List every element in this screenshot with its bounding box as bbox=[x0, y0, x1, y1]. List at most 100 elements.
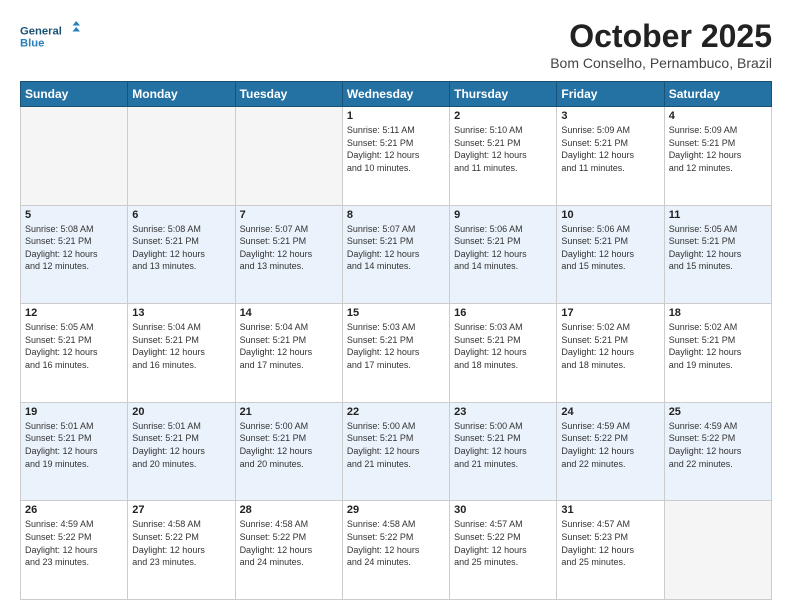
title-block: October 2025 Bom Conselho, Pernambuco, B… bbox=[550, 18, 772, 71]
table-row: 3 Sunrise: 5:09 AMSunset: 5:21 PMDaylight… bbox=[557, 107, 664, 206]
day-number: 2 bbox=[454, 110, 552, 122]
table-row: 21 Sunrise: 5:00 AMSunset: 5:21 PMDayligh… bbox=[235, 402, 342, 501]
day-number: 31 bbox=[561, 504, 659, 516]
calendar-week-row: 1 Sunrise: 5:11 AMSunset: 5:21 PMDaylight… bbox=[21, 107, 772, 206]
cell-info: Sunrise: 5:09 AMSunset: 5:21 PMDaylight:… bbox=[669, 124, 767, 174]
month-title: October 2025 bbox=[550, 18, 772, 55]
cell-info: Sunrise: 4:59 AMSunset: 5:22 PMDaylight:… bbox=[669, 420, 767, 470]
table-row: 9 Sunrise: 5:06 AMSunset: 5:21 PMDaylight… bbox=[450, 205, 557, 304]
table-row: 30 Sunrise: 4:57 AMSunset: 5:22 PMDayligh… bbox=[450, 501, 557, 600]
cell-info: Sunrise: 5:01 AMSunset: 5:21 PMDaylight:… bbox=[25, 420, 123, 470]
svg-text:Blue: Blue bbox=[20, 38, 44, 50]
table-row: 22Sunrise: 5:00 AMSunset: 5:21 PMDayligh… bbox=[342, 402, 449, 501]
table-row: 19 Sunrise: 5:01 AMSunset: 5:21 PMDayligh… bbox=[21, 402, 128, 501]
col-monday: Monday bbox=[128, 82, 235, 107]
calendar-table: Sunday Monday Tuesday Wednesday Thursday… bbox=[20, 81, 772, 600]
day-number: 24 bbox=[561, 406, 659, 418]
day-number: 17 bbox=[561, 307, 659, 319]
table-row: 26Sunrise: 4:59 AMSunset: 5:22 PMDayligh… bbox=[21, 501, 128, 600]
day-number: 7 bbox=[240, 209, 338, 221]
cell-info: Sunrise: 5:09 AMSunset: 5:21 PMDaylight:… bbox=[561, 124, 659, 174]
cell-info: Sunrise: 5:05 AMSunset: 5:21 PMDaylight:… bbox=[25, 321, 123, 371]
day-number: 27 bbox=[132, 504, 230, 516]
cell-info: Sunrise: 5:07 AMSunset: 5:21 PMDaylight:… bbox=[347, 223, 445, 273]
table-row bbox=[664, 501, 771, 600]
table-row: 17 Sunrise: 5:02 AMSunset: 5:21 PMDayligh… bbox=[557, 304, 664, 403]
table-row: 31 Sunrise: 4:57 AMSunset: 5:23 PMDayligh… bbox=[557, 501, 664, 600]
day-number: 3 bbox=[561, 110, 659, 122]
cell-info: Sunrise: 5:02 AMSunset: 5:21 PMDaylight:… bbox=[561, 321, 659, 371]
cell-info: Sunrise: 5:08 AMSunset: 5:21 PMDaylight:… bbox=[25, 223, 123, 273]
cell-info: Sunrise: 5:00 AMSunset: 5:21 PMDaylight:… bbox=[240, 420, 338, 470]
table-row: 25 Sunrise: 4:59 AMSunset: 5:22 PMDayligh… bbox=[664, 402, 771, 501]
table-row: 23 Sunrise: 5:00 AMSunset: 5:21 PMDayligh… bbox=[450, 402, 557, 501]
cell-info: Sunrise: 5:10 AMSunset: 5:21 PMDaylight:… bbox=[454, 124, 552, 174]
cell-info: Sunrise: 4:58 AMSunset: 5:22 PMDaylight:… bbox=[240, 518, 338, 568]
location: Bom Conselho, Pernambuco, Brazil bbox=[550, 55, 772, 71]
cell-info: Sunrise: 5:05 AMSunset: 5:21 PMDaylight:… bbox=[669, 223, 767, 273]
day-number: 12 bbox=[25, 307, 123, 319]
day-number: 21 bbox=[240, 406, 338, 418]
day-number: 28 bbox=[240, 504, 338, 516]
col-wednesday: Wednesday bbox=[342, 82, 449, 107]
table-row: 7Sunrise: 5:07 AMSunset: 5:21 PMDaylight… bbox=[235, 205, 342, 304]
table-row: 15Sunrise: 5:03 AMSunset: 5:21 PMDayligh… bbox=[342, 304, 449, 403]
cell-info: Sunrise: 5:11 AMSunset: 5:21 PMDaylight:… bbox=[347, 124, 445, 174]
table-row bbox=[128, 107, 235, 206]
cell-info: Sunrise: 4:57 AMSunset: 5:22 PMDaylight:… bbox=[454, 518, 552, 568]
table-row: 18 Sunrise: 5:02 AMSunset: 5:21 PMDayligh… bbox=[664, 304, 771, 403]
day-number: 18 bbox=[669, 307, 767, 319]
day-number: 6 bbox=[132, 209, 230, 221]
calendar-week-row: 19 Sunrise: 5:01 AMSunset: 5:21 PMDayligh… bbox=[21, 402, 772, 501]
table-row: 8 Sunrise: 5:07 AMSunset: 5:21 PMDaylight… bbox=[342, 205, 449, 304]
table-row: 20Sunrise: 5:01 AMSunset: 5:21 PMDayligh… bbox=[128, 402, 235, 501]
day-number: 13 bbox=[132, 307, 230, 319]
day-number: 25 bbox=[669, 406, 767, 418]
day-number: 14 bbox=[240, 307, 338, 319]
logo-svg: General Blue bbox=[20, 18, 80, 54]
day-number: 23 bbox=[454, 406, 552, 418]
cell-info: Sunrise: 4:58 AMSunset: 5:22 PMDaylight:… bbox=[132, 518, 230, 568]
table-row: 1 Sunrise: 5:11 AMSunset: 5:21 PMDaylight… bbox=[342, 107, 449, 206]
cell-info: Sunrise: 5:00 AMSunset: 5:21 PMDaylight:… bbox=[347, 420, 445, 470]
day-number: 5 bbox=[25, 209, 123, 221]
day-number: 10 bbox=[561, 209, 659, 221]
day-number: 15 bbox=[347, 307, 445, 319]
day-number: 11 bbox=[669, 209, 767, 221]
table-row bbox=[235, 107, 342, 206]
cell-info: Sunrise: 5:04 AMSunset: 5:21 PMDaylight:… bbox=[240, 321, 338, 371]
col-thursday: Thursday bbox=[450, 82, 557, 107]
cell-info: Sunrise: 5:01 AMSunset: 5:21 PMDaylight:… bbox=[132, 420, 230, 470]
cell-info: Sunrise: 5:04 AMSunset: 5:21 PMDaylight:… bbox=[132, 321, 230, 371]
cell-info: Sunrise: 4:59 AMSunset: 5:22 PMDaylight:… bbox=[561, 420, 659, 470]
col-sunday: Sunday bbox=[21, 82, 128, 107]
header: General Blue October 2025 Bom Conselho, … bbox=[20, 18, 772, 71]
day-number: 4 bbox=[669, 110, 767, 122]
day-number: 8 bbox=[347, 209, 445, 221]
cell-info: Sunrise: 4:57 AMSunset: 5:23 PMDaylight:… bbox=[561, 518, 659, 568]
cell-info: Sunrise: 5:03 AMSunset: 5:21 PMDaylight:… bbox=[454, 321, 552, 371]
table-row: 13 Sunrise: 5:04 AMSunset: 5:21 PMDayligh… bbox=[128, 304, 235, 403]
table-row: 28 Sunrise: 4:58 AMSunset: 5:22 PMDayligh… bbox=[235, 501, 342, 600]
day-number: 1 bbox=[347, 110, 445, 122]
cell-info: Sunrise: 5:00 AMSunset: 5:21 PMDaylight:… bbox=[454, 420, 552, 470]
cell-info: Sunrise: 5:06 AMSunset: 5:21 PMDaylight:… bbox=[454, 223, 552, 273]
day-number: 19 bbox=[25, 406, 123, 418]
day-number: 9 bbox=[454, 209, 552, 221]
logo: General Blue bbox=[20, 18, 80, 54]
day-number: 30 bbox=[454, 504, 552, 516]
table-row: 24 Sunrise: 4:59 AMSunset: 5:22 PMDayligh… bbox=[557, 402, 664, 501]
cell-info: Sunrise: 5:08 AMSunset: 5:21 PMDaylight:… bbox=[132, 223, 230, 273]
table-row: 27 Sunrise: 4:58 AMSunset: 5:22 PMDayligh… bbox=[128, 501, 235, 600]
table-row: 6 Sunrise: 5:08 AMSunset: 5:21 PMDaylight… bbox=[128, 205, 235, 304]
table-row: 29 Sunrise: 4:58 AMSunset: 5:22 PMDayligh… bbox=[342, 501, 449, 600]
calendar-week-row: 26Sunrise: 4:59 AMSunset: 5:22 PMDayligh… bbox=[21, 501, 772, 600]
cell-info: Sunrise: 5:02 AMSunset: 5:21 PMDaylight:… bbox=[669, 321, 767, 371]
table-row: 10 Sunrise: 5:06 AMSunset: 5:21 PMDayligh… bbox=[557, 205, 664, 304]
table-row: 2 Sunrise: 5:10 AMSunset: 5:21 PMDaylight… bbox=[450, 107, 557, 206]
cell-info: Sunrise: 4:58 AMSunset: 5:22 PMDaylight:… bbox=[347, 518, 445, 568]
table-row: 4 Sunrise: 5:09 AMSunset: 5:21 PMDaylight… bbox=[664, 107, 771, 206]
day-number: 16 bbox=[454, 307, 552, 319]
cell-info: Sunrise: 5:06 AMSunset: 5:21 PMDaylight:… bbox=[561, 223, 659, 273]
day-number: 29 bbox=[347, 504, 445, 516]
